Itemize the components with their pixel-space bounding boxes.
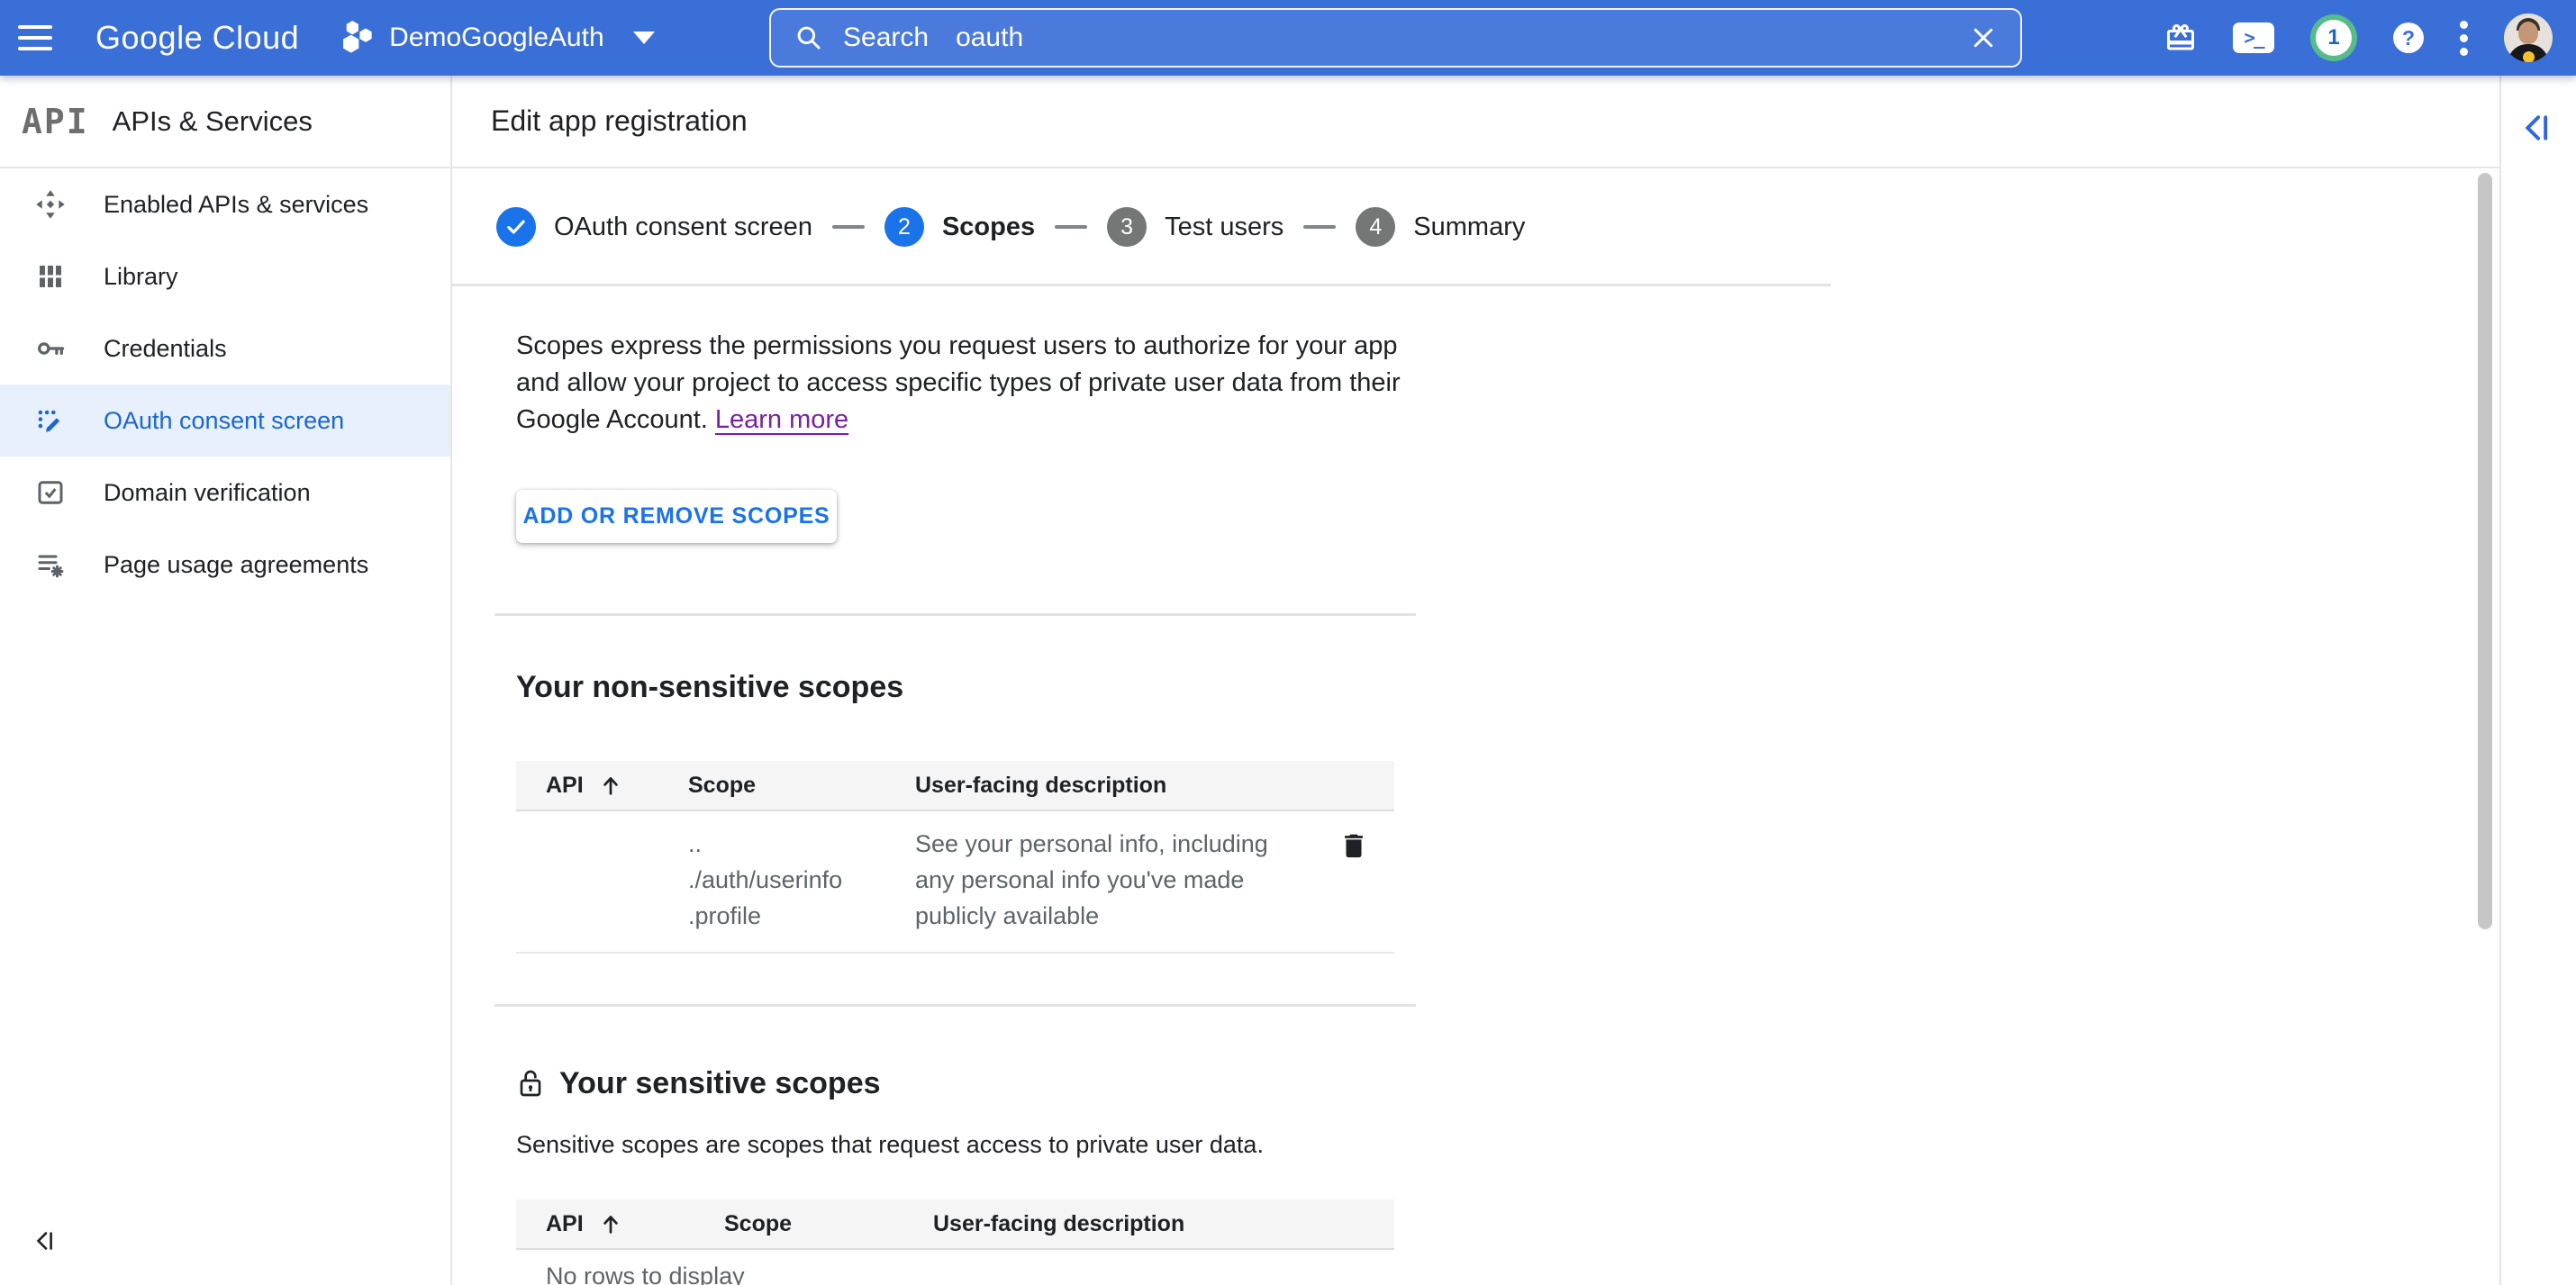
- column-header-label: API: [546, 773, 584, 799]
- learn-more-link[interactable]: Learn more: [715, 405, 848, 434]
- column-header-scope: Scope: [724, 1211, 933, 1237]
- delete-scope-button[interactable]: [1338, 829, 1369, 863]
- step-complete-check-icon: [496, 207, 536, 247]
- table-header-row: API Scope User-facing description: [516, 1199, 1394, 1250]
- table-header-row: API Scope User-facing description: [516, 761, 1394, 811]
- sidebar-item-label: Page usage agreements: [104, 551, 368, 579]
- step-scopes[interactable]: 2 Scopes: [884, 207, 1035, 247]
- column-header-api[interactable]: API: [516, 773, 688, 799]
- user-avatar[interactable]: [2504, 14, 2553, 62]
- free-trial-gift-icon[interactable]: [2164, 22, 2197, 54]
- library-icon: [34, 260, 67, 293]
- step-test-users[interactable]: 3 Test users: [1107, 207, 1283, 247]
- column-header-api[interactable]: API: [516, 1211, 724, 1237]
- step-connector: [1055, 225, 1087, 229]
- top-navigation-bar: Google Cloud DemoGoogleAuth Search oauth: [0, 0, 2576, 76]
- step-connector: [1303, 225, 1336, 229]
- project-hexagons-icon: [340, 20, 376, 56]
- notification-count-badge: 1: [2327, 25, 2339, 50]
- column-header-scope: Scope: [688, 773, 915, 799]
- sidebar-item-library[interactable]: Library: [0, 240, 450, 312]
- scope-cell: .. ./auth/userinfo .profile: [688, 826, 915, 934]
- sidebar-divider: [450, 76, 452, 1285]
- page-header: API APIs & Services Edit app registratio…: [0, 76, 2499, 168]
- trash-icon: [1338, 829, 1369, 860]
- oauth-consent-icon: [34, 404, 67, 437]
- api-product-logo: API: [22, 102, 89, 141]
- scopes-description: Scopes express the permissions you reque…: [516, 328, 1412, 439]
- sidebar-item-label: Domain verification: [104, 479, 311, 507]
- project-selector[interactable]: DemoGoogleAuth: [340, 20, 654, 56]
- right-panel-strip: [2499, 76, 2576, 1285]
- cloud-shell-icon[interactable]: >_: [2233, 23, 2274, 53]
- step-number-badge: 3: [1107, 207, 1147, 247]
- sidebar-item-enabled-apis[interactable]: Enabled APIs & services: [0, 168, 450, 240]
- sidebar-item-label: Credentials: [104, 335, 227, 363]
- sidebar: Enabled APIs & services Library Credenti…: [0, 168, 450, 1285]
- sidebar-item-oauth-consent-screen[interactable]: OAuth consent screen: [0, 385, 450, 457]
- sidebar-item-page-usage-agreements[interactable]: Page usage agreements: [0, 529, 450, 601]
- search-input[interactable]: Search oauth: [769, 8, 2022, 68]
- help-icon[interactable]: ?: [2393, 23, 2424, 53]
- step-label: Summary: [1413, 213, 1525, 242]
- sidebar-item-credentials[interactable]: Credentials: [0, 312, 450, 385]
- sidebar-item-label: OAuth consent screen: [104, 407, 344, 435]
- section-divider: [494, 613, 1416, 616]
- key-icon: [34, 332, 67, 365]
- non-sensitive-scopes-heading: Your non-sensitive scopes: [516, 670, 903, 705]
- step-oauth-consent-screen[interactable]: OAuth consent screen: [496, 207, 812, 247]
- page-title: Edit app registration: [491, 104, 748, 138]
- search-icon: [794, 23, 823, 52]
- empty-table-message: No rows to display: [516, 1250, 1394, 1285]
- enabled-apis-icon: [34, 188, 67, 221]
- sidebar-item-domain-verification[interactable]: Domain verification: [0, 457, 450, 529]
- product-name[interactable]: APIs & Services: [113, 105, 313, 138]
- sort-ascending-icon: [598, 773, 623, 798]
- step-label: OAuth consent screen: [554, 213, 812, 242]
- collapse-panel-icon[interactable]: [2519, 108, 2557, 152]
- search-query-text: oauth: [956, 23, 1023, 53]
- clear-search-icon[interactable]: [1970, 24, 1997, 51]
- column-header-description: User-facing description: [915, 773, 1313, 799]
- column-header-description: User-facing description: [933, 1211, 1313, 1237]
- registration-stepper: OAuth consent screen 2 Scopes 3 Test use…: [496, 205, 1525, 249]
- sensitive-scopes-heading: Your sensitive scopes: [516, 1066, 881, 1101]
- google-cloud-logo[interactable]: Google Cloud: [95, 19, 299, 57]
- table-row: .. ./auth/userinfo .profile See your per…: [516, 811, 1394, 954]
- chevron-down-icon: [633, 32, 655, 44]
- step-number-badge: 2: [884, 207, 924, 247]
- search-label: Search: [843, 23, 929, 53]
- sidebar-item-label: Library: [104, 263, 178, 291]
- stepper-divider: [451, 284, 1831, 286]
- scrollbar-thumb[interactable]: [2478, 173, 2492, 929]
- step-label: Scopes: [942, 213, 1035, 242]
- sort-ascending-icon: [598, 1211, 623, 1236]
- collapse-sidebar-icon[interactable]: [32, 1226, 59, 1260]
- step-summary[interactable]: 4 Summary: [1356, 207, 1525, 247]
- sensitive-scopes-subtext: Sensitive scopes are scopes that request…: [516, 1131, 1264, 1159]
- section-divider: [494, 1004, 1416, 1007]
- project-name: DemoGoogleAuth: [389, 23, 603, 53]
- scopes-description-text: Scopes express the permissions you reque…: [516, 331, 1401, 434]
- sensitive-scopes-heading-text: Your sensitive scopes: [559, 1066, 881, 1101]
- sensitive-scopes-table: API Scope User-facing description No row…: [516, 1199, 1394, 1285]
- notifications-icon[interactable]: 1: [2310, 14, 2357, 61]
- step-connector: [832, 225, 865, 229]
- lock-icon: [516, 1067, 545, 1101]
- checkbox-icon: [34, 476, 67, 509]
- description-cell: See your personal info, including any pe…: [915, 826, 1313, 934]
- agreements-gear-icon: [34, 548, 67, 581]
- more-options-icon[interactable]: [2460, 21, 2468, 56]
- column-header-label: API: [546, 1211, 584, 1237]
- non-sensitive-scopes-table: API Scope User-facing description .. ./a…: [516, 761, 1394, 954]
- step-number-badge: 4: [1356, 207, 1395, 247]
- gcp-console: Google Cloud DemoGoogleAuth Search oauth: [0, 0, 2576, 1285]
- add-or-remove-scopes-button[interactable]: ADD OR REMOVE SCOPES: [516, 490, 837, 543]
- sidebar-item-label: Enabled APIs & services: [104, 191, 368, 219]
- step-label: Test users: [1165, 213, 1283, 242]
- menu-icon[interactable]: [0, 0, 70, 76]
